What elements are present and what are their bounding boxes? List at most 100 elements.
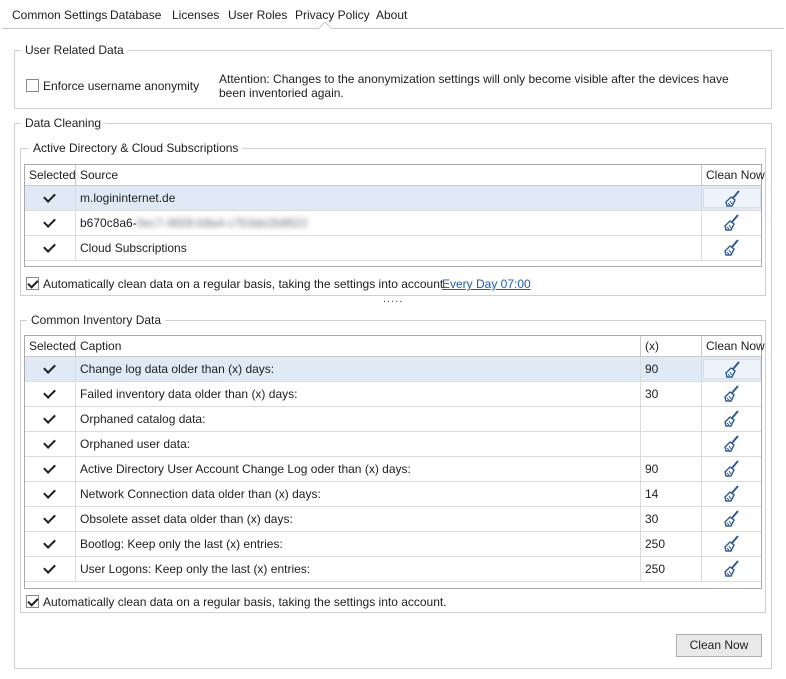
table-row[interactable]: b670c8a6-0ec7-4659-b9a4-c7b3de2b8622 — [25, 211, 761, 236]
broom-icon — [724, 460, 739, 477]
selected-cell[interactable] — [25, 432, 76, 457]
column-selected[interactable]: Selected — [25, 165, 76, 186]
clean-now-row-button[interactable] — [703, 409, 761, 429]
clean-now-row-button[interactable] — [703, 188, 761, 208]
row-checkbox[interactable] — [43, 462, 56, 475]
table-row[interactable]: User Logons: Keep only the last (x) entr… — [25, 557, 761, 582]
x-value-cell[interactable] — [641, 432, 702, 457]
tab-underline — [2, 28, 784, 29]
tab-privacy-policy[interactable]: Privacy Policy — [295, 8, 370, 28]
x-value-cell[interactable]: 90 — [641, 357, 702, 382]
column-caption[interactable]: Caption — [76, 336, 641, 357]
table-row[interactable]: Failed inventory data older than (x) day… — [25, 382, 761, 407]
clean-now-row-button[interactable] — [703, 359, 761, 379]
column-clean-now[interactable]: Clean Now — [702, 336, 765, 357]
selected-cell[interactable] — [25, 507, 76, 532]
tab-licenses[interactable]: Licenses — [172, 8, 219, 28]
table-row[interactable]: Network Connection data older than (x) d… — [25, 482, 761, 507]
clean-now-cell — [702, 432, 762, 457]
x-value-cell[interactable]: 250 — [641, 532, 702, 557]
tab-database[interactable]: Database — [110, 8, 161, 28]
table-row[interactable]: Orphaned user data: — [25, 432, 761, 457]
ad-auto-clean-checkbox[interactable] — [26, 277, 39, 290]
x-value-cell[interactable]: 14 — [641, 482, 702, 507]
selected-cell[interactable] — [25, 357, 76, 382]
selected-cell[interactable] — [25, 482, 76, 507]
selected-cell[interactable] — [25, 211, 76, 236]
selected-cell[interactable] — [25, 532, 76, 557]
selected-cell[interactable] — [25, 236, 76, 261]
clean-now-row-button[interactable] — [703, 459, 761, 479]
table-row[interactable]: Obsolete asset data older than (x) days:… — [25, 507, 761, 532]
tab-common-settings[interactable]: Common Settings — [12, 8, 107, 28]
caption-cell: Network Connection data older than (x) d… — [76, 482, 641, 507]
row-checkbox[interactable] — [43, 562, 56, 575]
selected-cell[interactable] — [25, 382, 76, 407]
clean-now-cell — [702, 211, 762, 236]
tab-about[interactable]: About — [376, 8, 407, 28]
row-checkbox[interactable] — [43, 387, 56, 400]
row-checkbox[interactable] — [43, 216, 56, 229]
x-value-cell[interactable]: 30 — [641, 382, 702, 407]
user-related-data-title: User Related Data — [21, 43, 128, 57]
row-checkbox[interactable] — [43, 437, 56, 450]
clean-now-row-button[interactable] — [703, 384, 761, 404]
table-row[interactable]: Change log data older than (x) days: 90 — [25, 357, 761, 382]
splitter-handle[interactable]: ..... — [383, 293, 403, 305]
tab-user-roles[interactable]: User Roles — [228, 8, 287, 28]
inventory-grid: Selected Caption (x) Clean Now Change lo… — [24, 335, 765, 589]
row-checkbox[interactable] — [43, 241, 56, 254]
table-row[interactable]: m.logininternet.de — [25, 186, 761, 211]
source-text-blurred: 0ec7-4659-b9a4-c7b3de2b8622 — [136, 216, 308, 230]
broom-icon — [725, 190, 740, 207]
enforce-anonymity-checkbox[interactable] — [26, 79, 39, 92]
schedule-link[interactable]: Every Day 07:00 — [442, 277, 531, 291]
selected-cell[interactable] — [25, 186, 76, 211]
broom-icon — [724, 239, 739, 256]
source-cell: b670c8a6-0ec7-4659-b9a4-c7b3de2b8622 — [76, 211, 702, 236]
x-value-cell[interactable] — [641, 407, 702, 432]
clean-now-row-button[interactable] — [703, 238, 761, 258]
selected-cell[interactable] — [25, 457, 76, 482]
clean-now-cell — [702, 482, 762, 507]
table-row[interactable]: Cloud Subscriptions — [25, 236, 761, 261]
data-cleaning-title: Data Cleaning — [21, 116, 106, 130]
column-clean-now[interactable]: Clean Now — [702, 165, 765, 186]
row-checkbox[interactable] — [43, 512, 56, 525]
clean-now-row-button[interactable] — [703, 434, 761, 454]
inventory-auto-clean-checkbox[interactable] — [26, 595, 39, 608]
ad-sources-grid: Selected Source Clean Now m.logininterne… — [24, 164, 765, 267]
row-checkbox[interactable] — [43, 362, 56, 375]
row-checkbox[interactable] — [43, 487, 56, 500]
caption-cell: Active Directory User Account Change Log… — [76, 457, 641, 482]
clean-now-row-button[interactable] — [703, 484, 761, 504]
inventory-auto-clean-label: Automatically clean data on a regular ba… — [43, 595, 447, 609]
column-x[interactable]: (x) — [641, 336, 702, 357]
clean-now-cell — [702, 507, 762, 532]
selected-cell[interactable] — [25, 557, 76, 582]
table-row[interactable]: Bootlog: Keep only the last (x) entries:… — [25, 532, 761, 557]
caption-cell: Bootlog: Keep only the last (x) entries: — [76, 532, 641, 557]
clean-now-row-button[interactable] — [703, 559, 761, 579]
row-checkbox[interactable] — [43, 537, 56, 550]
x-value-cell[interactable]: 30 — [641, 507, 702, 532]
table-row[interactable]: Active Directory User Account Change Log… — [25, 457, 761, 482]
caption-cell: Orphaned catalog data: — [76, 407, 641, 432]
table-row[interactable]: Orphaned catalog data: — [25, 407, 761, 432]
clean-now-row-button[interactable] — [703, 534, 761, 554]
column-selected[interactable]: Selected — [25, 336, 76, 357]
selected-cell[interactable] — [25, 407, 76, 432]
clean-now-row-button[interactable] — [703, 509, 761, 529]
caption-cell: Obsolete asset data older than (x) days: — [76, 507, 641, 532]
ad-cloud-title: Active Directory & Cloud Subscriptions — [29, 141, 243, 155]
x-value-cell[interactable]: 90 — [641, 457, 702, 482]
clean-now-button[interactable]: Clean Now — [676, 634, 762, 657]
enforce-anonymity-label: Enforce username anonymity — [43, 79, 200, 93]
column-source[interactable]: Source — [76, 165, 702, 186]
clean-now-row-button[interactable] — [703, 213, 761, 233]
row-checkbox[interactable] — [43, 191, 56, 204]
x-value-cell[interactable]: 250 — [641, 557, 702, 582]
clean-now-cell — [702, 557, 762, 582]
broom-icon — [724, 385, 739, 402]
row-checkbox[interactable] — [43, 412, 56, 425]
